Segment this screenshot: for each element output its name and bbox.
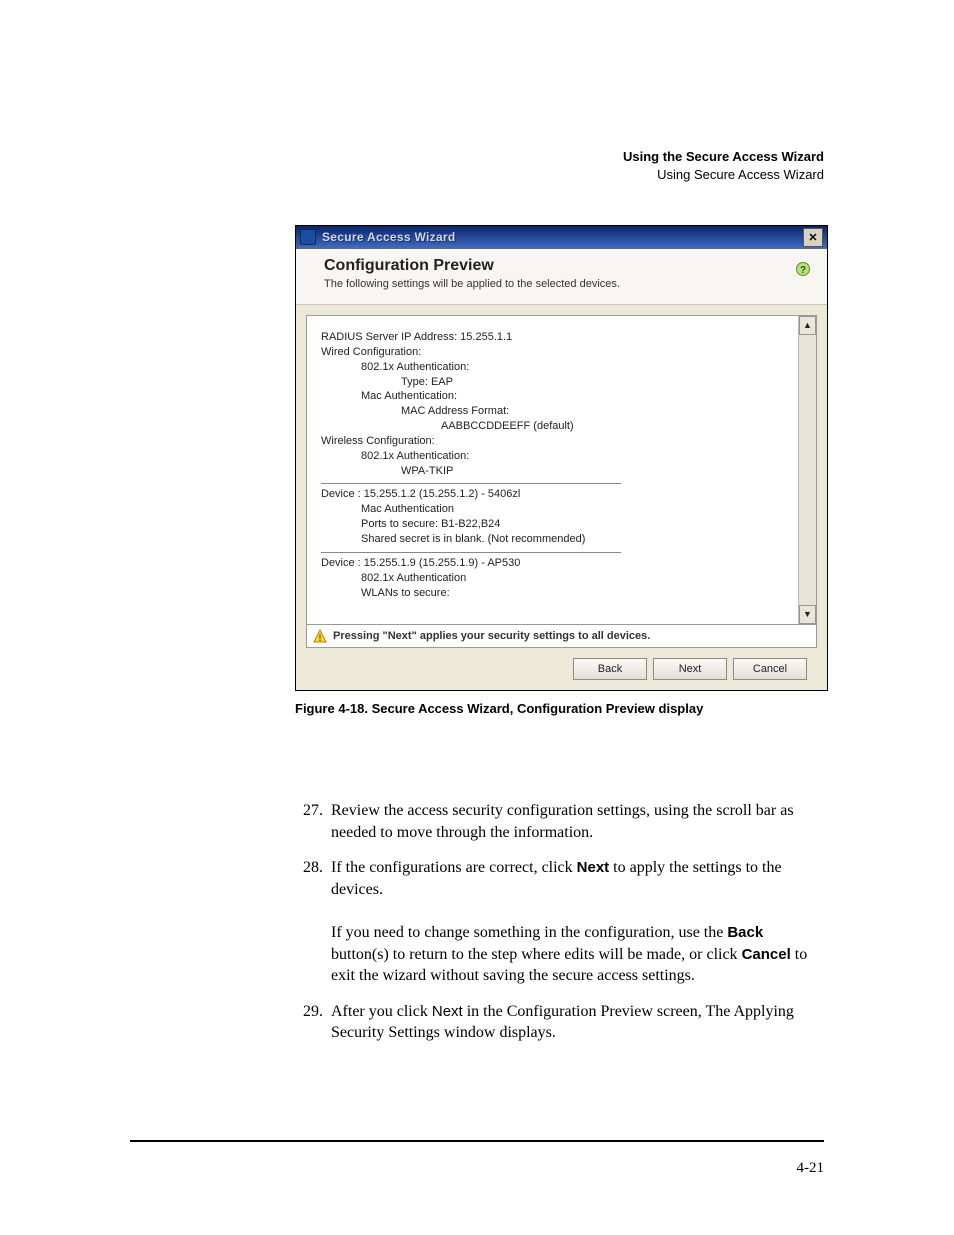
window-titlebar: Secure Access Wizard ✕ (296, 226, 827, 249)
running-header-subtitle: Using Secure Access Wizard (623, 166, 824, 184)
scroll-track[interactable] (799, 335, 816, 605)
figure-caption: Figure 4-18. Secure Access Wizard, Confi… (295, 701, 828, 716)
warning-icon: ! (313, 629, 327, 643)
next-button[interactable]: Next (653, 658, 727, 680)
instruction-number: 27. (295, 800, 323, 843)
cancel-button[interactable]: Cancel (733, 658, 807, 680)
preview-scroll-pane: RADIUS Server IP Address: 15.255.1.1Wire… (306, 315, 817, 625)
wizard-window: Secure Access Wizard ✕ Configuration Pre… (295, 225, 828, 691)
instruction-number: 28. (295, 857, 323, 987)
preview-line: Mac Authentication (321, 502, 790, 517)
preview-line: Wireless Configuration: (321, 434, 790, 449)
instruction-item: 28. If the configurations are correct, cl… (295, 857, 821, 987)
preview-line: Wired Configuration: (321, 345, 790, 360)
instruction-text: After you click Next in the Configuratio… (331, 1001, 821, 1044)
svg-text:!: ! (319, 633, 322, 643)
wizard-heading: Configuration Preview (324, 257, 809, 275)
running-header-title: Using the Secure Access Wizard (623, 148, 824, 166)
preview-line: Mac Authentication: (321, 389, 790, 404)
instruction-number: 29. (295, 1001, 323, 1044)
running-header: Using the Secure Access Wizard Using Sec… (623, 148, 824, 183)
warning-text: Pressing "Next" applies your security se… (333, 630, 650, 642)
button-row: Back Next Cancel (306, 648, 817, 690)
preview-line: 802.1x Authentication: (321, 360, 790, 375)
instruction-item: 29. After you click Next in the Configura… (295, 1001, 821, 1044)
preview-line: 802.1x Authentication: (321, 449, 790, 464)
page-number: 4-21 (797, 1160, 825, 1177)
preview-line: WPA-TKIP (321, 464, 790, 479)
back-button[interactable]: Back (573, 658, 647, 680)
instruction-list: 27. Review the access security configurat… (295, 800, 821, 1058)
chevron-up-icon: ▲ (803, 321, 812, 330)
instruction-item: 27. Review the access security configurat… (295, 800, 821, 843)
device-header: Device : 15.255.1.2 (15.255.1.2) - 5406z… (321, 487, 790, 502)
figure-block: Secure Access Wizard ✕ Configuration Pre… (295, 225, 828, 716)
chevron-down-icon: ▼ (803, 610, 812, 619)
instruction-text: If the configurations are correct, click… (331, 857, 821, 987)
instruction-text: Review the access security configuration… (331, 800, 821, 843)
preview-line: Shared secret is in blank. (Not recommen… (321, 532, 790, 547)
close-button[interactable]: ✕ (803, 228, 823, 247)
preview-line: AABBCCDDEEFF (default) (321, 419, 790, 434)
scroll-down-button[interactable]: ▼ (799, 605, 816, 624)
wizard-subheading: The following settings will be applied t… (324, 278, 809, 290)
close-icon: ✕ (808, 231, 817, 244)
window-title: Secure Access Wizard (322, 230, 803, 244)
preview-line: Ports to secure: B1-B22,B24 (321, 517, 790, 532)
app-icon (300, 229, 316, 245)
wizard-header-panel: Configuration Preview The following sett… (296, 249, 827, 305)
vertical-scrollbar[interactable]: ▲ ▼ (798, 316, 816, 624)
preview-line: WLANs to secure: (321, 586, 790, 601)
footer-rule (130, 1140, 824, 1142)
svg-text:?: ? (800, 265, 806, 276)
scroll-up-button[interactable]: ▲ (799, 316, 816, 335)
preview-line: RADIUS Server IP Address: 15.255.1.1 (321, 330, 790, 345)
preview-line: Type: EAP (321, 375, 790, 390)
preview-line: MAC Address Format: (321, 404, 790, 419)
document-page: Using the Secure Access Wizard Using Sec… (0, 0, 954, 1235)
help-icon[interactable]: ? (795, 261, 811, 277)
wizard-body: RADIUS Server IP Address: 15.255.1.1Wire… (296, 305, 827, 690)
device-header: Device : 15.255.1.9 (15.255.1.9) - AP530 (321, 556, 790, 571)
preview-content: RADIUS Server IP Address: 15.255.1.1Wire… (307, 316, 798, 624)
warning-row: ! Pressing "Next" applies your security … (306, 625, 817, 648)
preview-line: 802.1x Authentication (321, 571, 790, 586)
